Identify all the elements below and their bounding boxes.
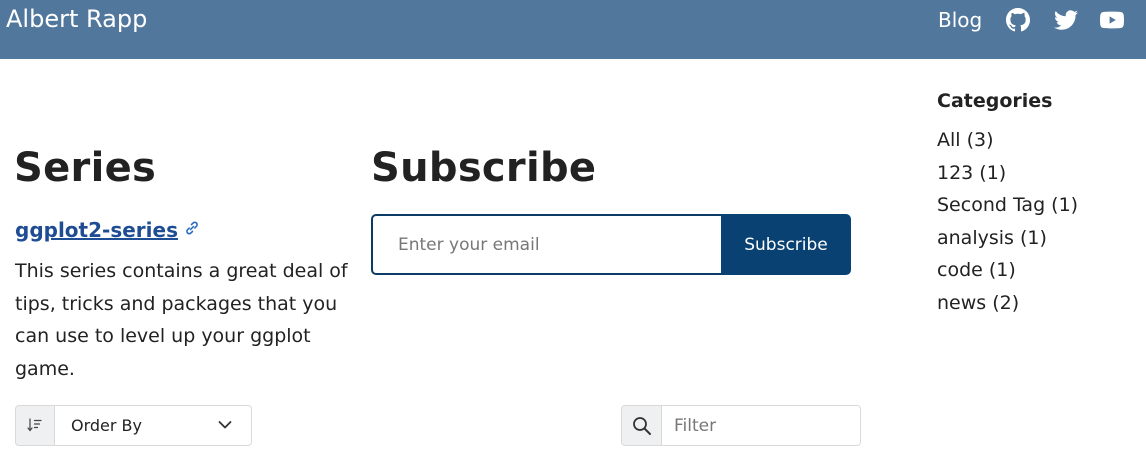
youtube-icon[interactable] (1100, 8, 1124, 32)
sort-icon (27, 418, 42, 432)
subscribe-button[interactable]: Subscribe (721, 214, 851, 275)
chevron-down-icon (218, 421, 232, 429)
series-heading: Series (14, 145, 157, 191)
github-icon[interactable] (1006, 8, 1030, 32)
search-icon-box (622, 406, 662, 445)
email-input[interactable] (371, 214, 723, 275)
category-item-second-tag[interactable]: Second Tag (1) (937, 189, 1078, 222)
subscribe-heading: Subscribe (371, 145, 597, 191)
top-navbar: Albert Rapp Blog (0, 0, 1146, 59)
category-item-code[interactable]: code (1) (937, 254, 1078, 287)
series-link[interactable]: ggplot2-series (15, 216, 178, 244)
filter-group (621, 405, 861, 446)
category-item-analysis[interactable]: analysis (1) (937, 222, 1078, 255)
categories-heading: Categories (937, 90, 1053, 112)
sort-icon-box (16, 406, 55, 445)
categories-list: All (3) 123 (1) Second Tag (1) analysis … (937, 124, 1078, 319)
order-by-select[interactable]: Order By (15, 405, 252, 446)
category-item-news[interactable]: news (2) (937, 287, 1078, 320)
site-brand[interactable]: Albert Rapp (6, 4, 147, 34)
category-item-123[interactable]: 123 (1) (937, 157, 1078, 190)
order-by-label: Order By (71, 416, 142, 435)
link-icon[interactable] (184, 220, 200, 236)
category-item-all[interactable]: All (3) (937, 124, 1078, 157)
twitter-icon[interactable] (1054, 8, 1078, 32)
search-icon (633, 417, 651, 435)
filter-input[interactable] (663, 406, 860, 445)
series-description: This series contains a great deal of tip… (15, 260, 348, 380)
nav-link-blog[interactable]: Blog (938, 6, 982, 34)
